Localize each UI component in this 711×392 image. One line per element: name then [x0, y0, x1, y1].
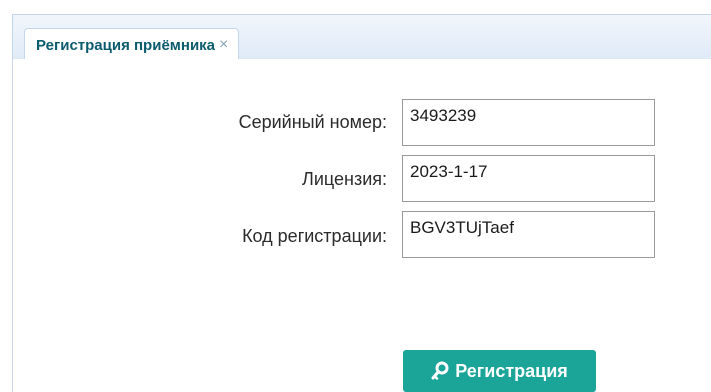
serial-number-label: Серийный номер: — [238, 112, 387, 132]
registration-code-field[interactable] — [402, 211, 655, 258]
license-label: Лицензия: — [302, 169, 387, 189]
register-button[interactable]: Регистрация — [403, 350, 596, 392]
tab-label: Регистрация приёмника — [36, 36, 216, 54]
tab-bar: Регистрация приёмника × — [12, 14, 711, 61]
register-button-label: Регистрация — [455, 360, 568, 381]
serial-number-field[interactable] — [402, 99, 655, 146]
registration-code-label: Код регистрации: — [242, 226, 387, 246]
tab-receiver-registration[interactable]: Регистрация приёмника × — [24, 28, 240, 61]
close-icon[interactable]: × — [219, 36, 228, 54]
license-field[interactable] — [402, 155, 655, 202]
key-icon — [431, 361, 449, 381]
